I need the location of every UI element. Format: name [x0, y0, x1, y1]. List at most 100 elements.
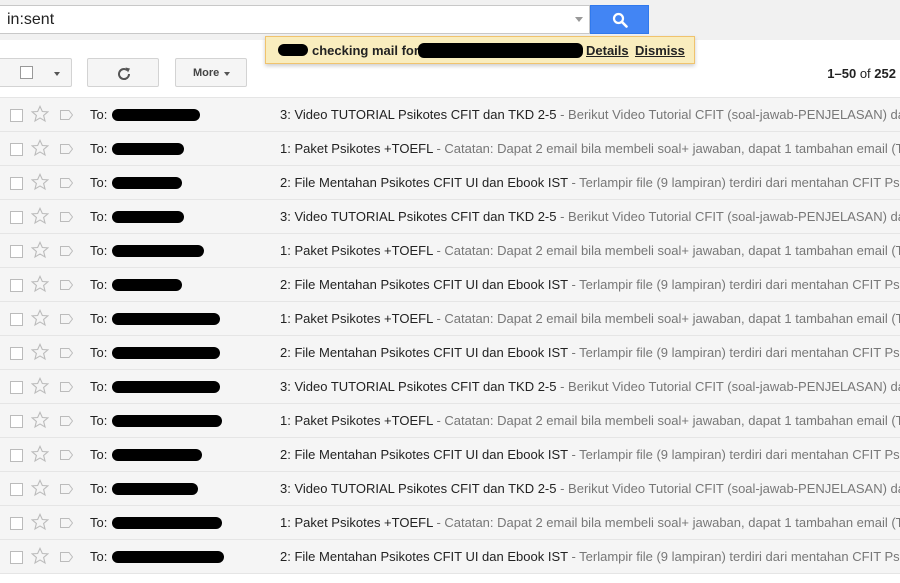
message-summary[interactable]: 1: Paket Psikotes +TOEFL - Catatan: Dapa… — [280, 311, 900, 326]
importance-marker-icon[interactable] — [60, 144, 73, 154]
star-icon[interactable] — [31, 343, 49, 361]
table-row[interactable]: To: 2: File Mentahan Psikotes CFIT UI dan… — [0, 438, 900, 472]
importance-marker-icon[interactable] — [60, 450, 73, 460]
table-row[interactable]: To: 1: Paket Psikotes +TOEFL - Catatan: D… — [0, 302, 900, 336]
table-row[interactable]: To: 1: Paket Psikotes +TOEFL - Catatan: D… — [0, 234, 900, 268]
importance-marker-icon[interactable] — [60, 246, 73, 256]
redaction-blot — [112, 313, 220, 325]
redaction-blot — [418, 43, 583, 58]
more-button[interactable]: More — [175, 58, 247, 87]
row-checkbox[interactable] — [10, 551, 23, 564]
row-checkbox[interactable] — [10, 279, 23, 292]
table-row[interactable]: To: 3: Video TUTORIAL Psikotes CFIT dan T… — [0, 370, 900, 404]
select-all-button[interactable] — [0, 58, 72, 87]
importance-marker-icon[interactable] — [60, 552, 73, 562]
redaction-blot — [112, 483, 198, 495]
importance-marker-icon[interactable] — [60, 178, 73, 188]
search-options-caret-icon[interactable] — [575, 17, 583, 22]
message-summary[interactable]: 3: Video TUTORIAL Psikotes CFIT dan TKD … — [280, 379, 900, 394]
importance-marker-icon[interactable] — [60, 416, 73, 426]
row-checkbox[interactable] — [10, 381, 23, 394]
star-icon[interactable] — [31, 275, 49, 293]
message-subject: 2: File Mentahan Psikotes CFIT UI dan Eb… — [280, 175, 568, 190]
recipient-label: To: — [90, 209, 108, 224]
table-row[interactable]: To: 3: Video TUTORIAL Psikotes CFIT dan T… — [0, 472, 900, 506]
message-summary[interactable]: 2: File Mentahan Psikotes CFIT UI dan Eb… — [280, 345, 900, 360]
search-box[interactable]: in:sent — [0, 5, 590, 34]
star-icon[interactable] — [31, 309, 49, 327]
message-summary[interactable]: 1: Paket Psikotes +TOEFL - Catatan: Dapa… — [280, 243, 900, 258]
message-subject: 3: Video TUTORIAL Psikotes CFIT dan TKD … — [280, 481, 557, 496]
recipient-label: To: — [90, 277, 108, 292]
importance-marker-icon[interactable] — [60, 382, 73, 392]
importance-marker-icon[interactable] — [60, 110, 73, 120]
search-input[interactable]: in:sent — [7, 11, 54, 29]
star-icon[interactable] — [31, 105, 49, 123]
message-summary[interactable]: 1: Paket Psikotes +TOEFL - Catatan: Dapa… — [280, 413, 900, 428]
table-row[interactable]: To: 1: Paket Psikotes +TOEFL - Catatan: D… — [0, 404, 900, 438]
message-summary[interactable]: 2: File Mentahan Psikotes CFIT UI dan Eb… — [280, 447, 900, 462]
recipient-label: To: — [90, 481, 108, 496]
importance-marker-icon[interactable] — [60, 484, 73, 494]
message-snippet: - Berikut Video Tutorial CFIT (soal-jawa… — [556, 379, 900, 394]
star-icon[interactable] — [31, 139, 49, 157]
table-row[interactable]: To: 1: Paket Psikotes +TOEFL - Catatan: D… — [0, 506, 900, 540]
row-checkbox[interactable] — [10, 483, 23, 496]
message-summary[interactable]: 2: File Mentahan Psikotes CFIT UI dan Eb… — [280, 277, 900, 292]
table-row[interactable]: To: 3: Video TUTORIAL Psikotes CFIT dan T… — [0, 200, 900, 234]
row-checkbox[interactable] — [10, 109, 23, 122]
star-icon[interactable] — [31, 411, 49, 429]
star-icon[interactable] — [31, 547, 49, 565]
star-icon[interactable] — [31, 513, 49, 531]
star-icon[interactable] — [31, 241, 49, 259]
table-row[interactable]: To: 2: File Mentahan Psikotes CFIT UI dan… — [0, 166, 900, 200]
table-row[interactable]: To: 1: Paket Psikotes +TOEFL - Catatan: D… — [0, 132, 900, 166]
pager-total[interactable]: 252 — [874, 66, 896, 81]
message-summary[interactable]: 3: Video TUTORIAL Psikotes CFIT dan TKD … — [280, 209, 900, 224]
row-checkbox[interactable] — [10, 449, 23, 462]
refresh-button[interactable] — [87, 58, 159, 87]
importance-marker-icon[interactable] — [60, 280, 73, 290]
message-summary[interactable]: 2: File Mentahan Psikotes CFIT UI dan Eb… — [280, 175, 900, 190]
row-checkbox[interactable] — [10, 517, 23, 530]
message-summary[interactable]: 1: Paket Psikotes +TOEFL - Catatan: Dapa… — [280, 141, 900, 156]
redaction-blot — [112, 211, 184, 223]
redaction-blot — [112, 381, 220, 393]
star-icon[interactable] — [31, 207, 49, 225]
row-checkbox[interactable] — [10, 143, 23, 156]
message-summary[interactable]: 3: Video TUTORIAL Psikotes CFIT dan TKD … — [280, 481, 900, 496]
star-icon[interactable] — [31, 377, 49, 395]
row-checkbox[interactable] — [10, 211, 23, 224]
message-summary[interactable]: 2: File Mentahan Psikotes CFIT UI dan Eb… — [280, 549, 900, 564]
recipient-label: To: — [90, 141, 108, 156]
importance-marker-icon[interactable] — [60, 314, 73, 324]
row-checkbox[interactable] — [10, 313, 23, 326]
redaction-blot — [112, 347, 220, 359]
message-snippet: - Catatan: Dapat 2 email bila membeli so… — [432, 413, 900, 428]
table-row[interactable]: To: 3: Video TUTORIAL Psikotes CFIT dan T… — [0, 98, 900, 132]
star-icon[interactable] — [31, 445, 49, 463]
table-row[interactable]: To: 2: File Mentahan Psikotes CFIT UI dan… — [0, 336, 900, 370]
select-all-checkbox[interactable] — [20, 66, 33, 79]
star-icon[interactable] — [31, 173, 49, 191]
importance-marker-icon[interactable] — [60, 518, 73, 528]
row-checkbox[interactable] — [10, 177, 23, 190]
search-button[interactable] — [590, 5, 649, 34]
row-checkbox[interactable] — [10, 347, 23, 360]
details-link[interactable]: Details — [586, 43, 629, 58]
recipient-label: To: — [90, 413, 108, 428]
importance-marker-icon[interactable] — [60, 348, 73, 358]
message-subject: 3: Video TUTORIAL Psikotes CFIT dan TKD … — [280, 107, 557, 122]
redaction-blot — [112, 415, 222, 427]
more-button-label: More — [193, 67, 220, 79]
table-row[interactable]: To: 2: File Mentahan Psikotes CFIT UI dan… — [0, 268, 900, 302]
dismiss-link[interactable]: Dismiss — [635, 43, 685, 58]
row-checkbox[interactable] — [10, 245, 23, 258]
table-row[interactable]: To: 2: File Mentahan Psikotes CFIT UI dan… — [0, 540, 900, 574]
message-summary[interactable]: 3: Video TUTORIAL Psikotes CFIT dan TKD … — [280, 107, 900, 122]
importance-marker-icon[interactable] — [60, 212, 73, 222]
message-subject: 3: Video TUTORIAL Psikotes CFIT dan TKD … — [280, 379, 557, 394]
row-checkbox[interactable] — [10, 415, 23, 428]
message-summary[interactable]: 1: Paket Psikotes +TOEFL - Catatan: Dapa… — [280, 515, 900, 530]
star-icon[interactable] — [31, 479, 49, 497]
